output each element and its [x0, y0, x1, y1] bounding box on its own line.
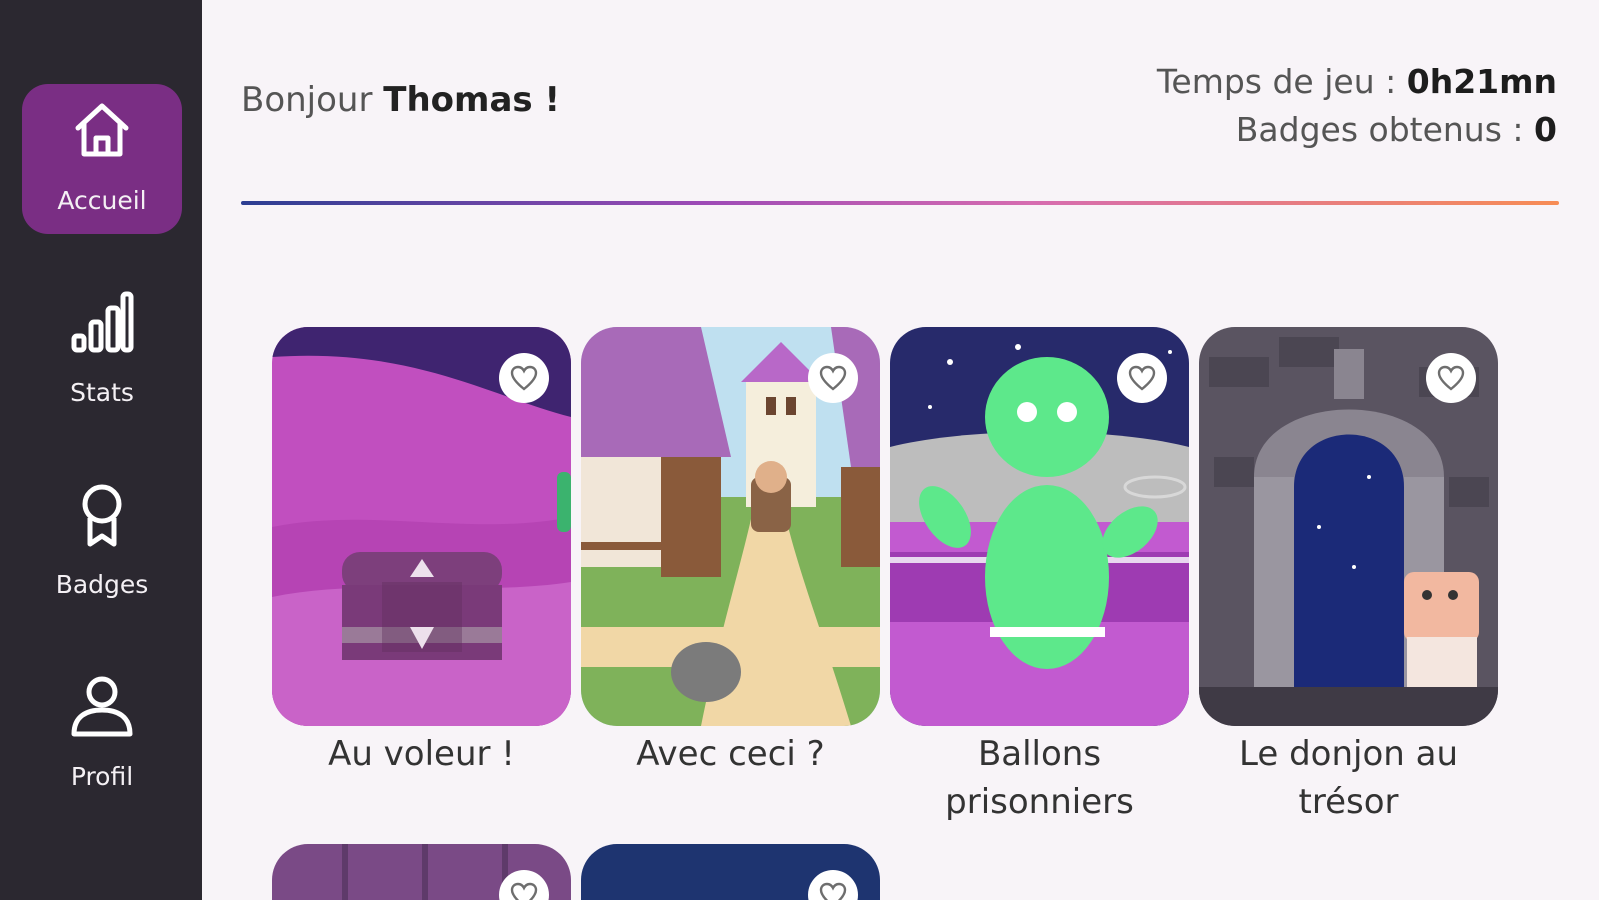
- game-card-avec-ceci[interactable]: Avec ceci ?: [581, 327, 880, 778]
- playtime-row: Temps de jeu : 0h21mn: [1157, 58, 1557, 106]
- sidebar-item-label: Stats: [70, 378, 134, 407]
- sidebar-item-label: Profil: [70, 762, 134, 791]
- badges-label: Badges obtenus :: [1235, 110, 1524, 149]
- user-icon: [71, 676, 133, 737]
- favorite-button[interactable]: [1426, 353, 1476, 403]
- user-name: Thomas !: [383, 80, 560, 120]
- heart-outline-icon: [819, 882, 847, 900]
- game-thumbnail: [581, 327, 880, 726]
- badges-row: Badges obtenus : 0: [1157, 106, 1557, 154]
- greeting: Bonjour Thomas !: [241, 80, 560, 120]
- game-title: Avec ceci ?: [636, 734, 825, 774]
- playtime-label: Temps de jeu :: [1156, 62, 1397, 101]
- heart-outline-icon: [510, 882, 538, 900]
- game-title: Au voleur !: [328, 734, 515, 774]
- favorite-button[interactable]: [808, 353, 858, 403]
- heart-outline-icon: [1437, 365, 1465, 391]
- bar-chart-icon: [71, 291, 134, 353]
- sidebar-item-label: Accueil: [57, 186, 147, 215]
- sidebar: Accueil Stats Badges Profil: [0, 0, 202, 900]
- sidebar-item-accueil[interactable]: Accueil: [22, 84, 182, 234]
- sidebar-item-stats[interactable]: Stats: [22, 276, 182, 426]
- badge-ribbon-icon: [82, 484, 122, 547]
- game-thumbnail: [1199, 327, 1498, 726]
- game-card-5[interactable]: [272, 844, 571, 900]
- game-title: Le donjon au trésor: [1239, 734, 1458, 822]
- sidebar-item-badges[interactable]: Badges: [22, 468, 182, 618]
- game-thumbnail: [272, 327, 571, 726]
- greeting-prefix: Bonjour: [241, 80, 373, 120]
- game-thumbnail: [272, 844, 571, 900]
- favorite-button[interactable]: [499, 353, 549, 403]
- home-icon: [75, 103, 129, 157]
- game-card-ballons-prisonniers[interactable]: Ballons prisonniers: [890, 327, 1189, 826]
- sidebar-item-label: Badges: [55, 570, 149, 599]
- player-stats: Temps de jeu : 0h21mn Badges obtenus : 0: [1157, 58, 1557, 154]
- heart-outline-icon: [819, 365, 847, 391]
- game-card-le-donjon-au-tresor[interactable]: Le donjon au trésor: [1199, 327, 1498, 826]
- sidebar-item-profil[interactable]: Profil: [22, 660, 182, 810]
- favorite-button[interactable]: [1117, 353, 1167, 403]
- game-thumbnail: [581, 844, 880, 900]
- heart-outline-icon: [1128, 365, 1156, 391]
- game-card-au-voleur[interactable]: Au voleur !: [272, 327, 571, 778]
- badges-value: 0: [1534, 110, 1557, 149]
- game-thumbnail: [890, 327, 1189, 726]
- gradient-divider: [241, 201, 1559, 205]
- game-card-6[interactable]: [581, 844, 880, 900]
- playtime-value: 0h21mn: [1406, 62, 1557, 101]
- heart-outline-icon: [510, 365, 538, 391]
- game-title: Ballons prisonniers: [945, 734, 1134, 822]
